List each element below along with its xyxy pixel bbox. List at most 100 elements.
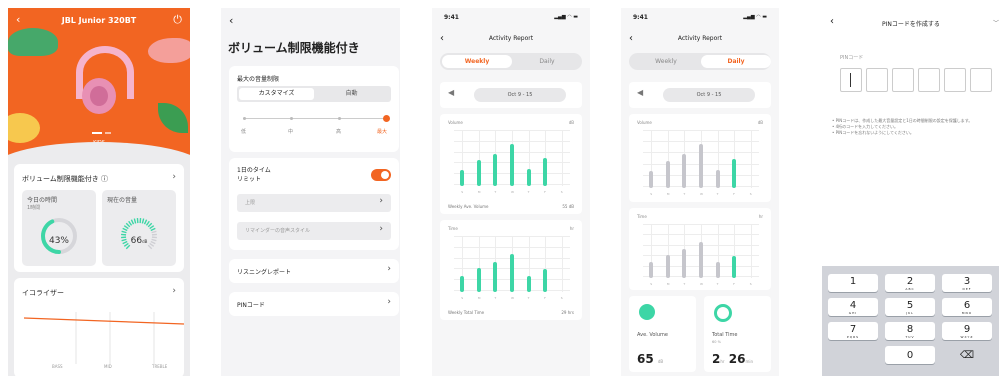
mode-segmented-control[interactable]: カスタマイズ 自動: [237, 86, 391, 102]
chevron-right-icon[interactable]: ›: [172, 172, 176, 182]
chart-bar[interactable]: [493, 262, 498, 292]
chart-bar[interactable]: [526, 168, 531, 186]
pin-code-row[interactable]: PINコード ›: [229, 292, 399, 316]
period-tabs[interactable]: Weekly Daily: [629, 53, 771, 70]
daily-time-limit-card: 1日のタイム リミット 上限 › リマインダーの音声スタイル ›: [229, 158, 399, 250]
grid-line: [561, 236, 563, 292]
key-9[interactable]: 9 WXYZ: [942, 322, 992, 340]
x-tick-label: W: [511, 190, 514, 194]
pin-digit-input[interactable]: [892, 68, 914, 92]
time-limit-toggle[interactable]: [371, 169, 391, 181]
tab-daily[interactable]: Daily: [701, 55, 771, 68]
chart-bar[interactable]: [510, 254, 514, 292]
stat-unit: dB: [657, 359, 664, 364]
key-0[interactable]: 0: [885, 346, 935, 364]
volume-chart: SMTWTFS: [643, 130, 759, 196]
stat-label: Ave. Volume: [637, 332, 668, 338]
listening-report-row[interactable]: リスニングレポート ›: [229, 259, 399, 283]
pin-digit-input[interactable]: [866, 68, 888, 92]
chart-bar[interactable]: [682, 249, 687, 278]
tab-weekly[interactable]: Weekly: [442, 55, 512, 68]
x-tick-label: S: [650, 192, 653, 196]
chart-bar[interactable]: [493, 153, 498, 186]
chart-bar[interactable]: [665, 161, 670, 188]
row-label: 上限: [245, 200, 256, 206]
backspace-key[interactable]: ⌫: [942, 346, 992, 364]
key-6[interactable]: 6 MNO: [942, 298, 992, 316]
dial-tick: [128, 220, 133, 226]
key-3[interactable]: 3 DEF: [942, 274, 992, 292]
volume-level-slider[interactable]: [243, 115, 390, 122]
chart-bar[interactable]: [715, 262, 720, 278]
chart-bar[interactable]: [715, 170, 720, 188]
chart-bar[interactable]: [460, 275, 465, 292]
key-5[interactable]: 5 JKL: [885, 298, 935, 316]
chart-unit: dB: [757, 120, 763, 125]
limit-row[interactable]: 上限 ›: [237, 194, 391, 212]
key-7[interactable]: 7 PQRS: [828, 322, 878, 340]
x-tick-label: S: [749, 192, 752, 196]
info-icon[interactable]: ⓘ: [101, 175, 108, 183]
chart-footer-value: 55 dB: [562, 204, 574, 209]
chart-bar[interactable]: [732, 255, 737, 278]
equalizer-card[interactable]: イコライザー › BASS MID TREBLE: [14, 278, 184, 376]
chart-bar[interactable]: [665, 254, 670, 278]
chart-label: Volume: [637, 120, 652, 125]
chart-bar[interactable]: [460, 169, 465, 186]
chevron-right-icon[interactable]: ›: [172, 286, 176, 296]
row-label: リマインダーの音声スタイル: [245, 228, 311, 234]
date-range[interactable]: Oct 9 - 15: [474, 88, 566, 102]
pin-digit-input[interactable]: [944, 68, 966, 92]
grid-line: [561, 130, 563, 186]
chart-bar[interactable]: [682, 154, 687, 188]
key-2[interactable]: 2 ABC: [885, 274, 935, 292]
chart-bar[interactable]: [510, 143, 514, 186]
grid-line: [750, 130, 752, 188]
slider-knob[interactable]: [383, 115, 390, 122]
back-icon[interactable]: ‹: [229, 14, 233, 27]
prev-week-icon[interactable]: ◀: [448, 88, 454, 97]
volume-limit-card[interactable]: ボリューム制限機能付き ⓘ › 今日の時間 1時間 43% 現在の音量 66dB: [14, 164, 184, 272]
reminder-style-row[interactable]: リマインダーの音声スタイル ›: [237, 222, 391, 240]
date-range[interactable]: Oct 9 - 15: [663, 88, 755, 102]
chart-bar[interactable]: [543, 157, 548, 186]
pin-digit-input[interactable]: [840, 68, 862, 92]
back-icon[interactable]: ‹: [830, 16, 834, 27]
key-8[interactable]: 8 TUV: [885, 322, 935, 340]
chart-bar[interactable]: [476, 160, 481, 186]
dial-tick: [122, 227, 128, 232]
chevron-down-icon[interactable]: ﹀: [993, 18, 999, 27]
key-4[interactable]: 4 GHI: [828, 298, 878, 316]
x-tick-label: T: [494, 296, 497, 300]
pin-digit-input[interactable]: [918, 68, 940, 92]
period-tabs[interactable]: Weekly Daily: [440, 53, 582, 70]
chart-bar[interactable]: [732, 158, 737, 188]
segment-customize[interactable]: カスタマイズ: [239, 88, 314, 100]
chevron-right-icon: ›: [387, 264, 391, 274]
key-1[interactable]: 1: [828, 274, 878, 292]
carousel-dots[interactable]: [92, 132, 111, 134]
chart-bar[interactable]: [543, 269, 548, 292]
chart-bar[interactable]: [526, 275, 531, 292]
tab-daily[interactable]: Daily: [512, 55, 582, 68]
tab-weekly[interactable]: Weekly: [631, 55, 701, 68]
equalizer-curve: [23, 312, 184, 364]
prev-day-icon[interactable]: ◀: [637, 88, 643, 97]
segment-auto[interactable]: 自動: [314, 88, 389, 100]
power-icon[interactable]: ⏻: [173, 13, 182, 27]
x-tick-label: F: [733, 282, 735, 286]
x-tick-label: W: [700, 282, 703, 286]
card-title: 最大の音量制限: [237, 76, 280, 83]
x-tick-label: T: [683, 282, 686, 286]
headphone-image: [72, 46, 134, 116]
pin-digit-input[interactable]: [970, 68, 992, 92]
x-tick-label: M: [666, 192, 670, 196]
x-tick-label: W: [511, 296, 514, 300]
volume-chart: SMTWTFS: [454, 130, 570, 194]
chart-bar[interactable]: [649, 262, 654, 278]
chart-bar[interactable]: [476, 267, 481, 292]
chart-bar[interactable]: [649, 171, 654, 188]
chart-bar[interactable]: [699, 144, 703, 188]
x-tick-label: F: [733, 192, 735, 196]
chart-bar[interactable]: [699, 241, 703, 278]
